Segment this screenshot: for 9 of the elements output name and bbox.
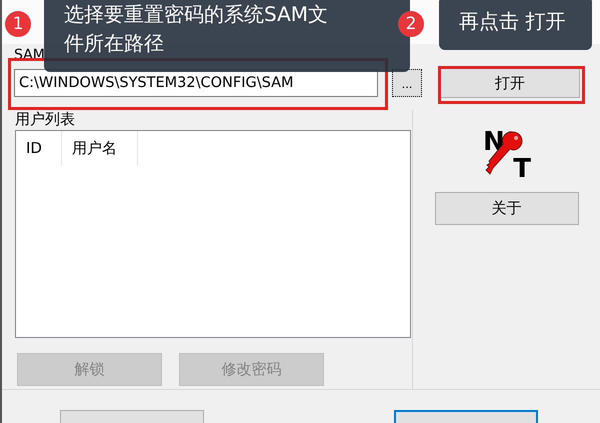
- open-button[interactable]: 打开: [440, 68, 580, 98]
- user-list[interactable]: ID 用户名: [15, 130, 411, 338]
- column-header[interactable]: 用户名: [62, 131, 138, 165]
- path-field[interactable]: C:\WINDOWS\SYSTEM32\CONFIG\SAM: [14, 69, 378, 97]
- browse-button[interactable]: ...: [392, 69, 422, 97]
- group-title: 用户列表: [15, 109, 76, 130]
- about-button[interactable]: 关于: [434, 192, 578, 225]
- annotation-tooltip: 再点击 打开: [439, 0, 592, 50]
- column-header[interactable]: ID: [16, 131, 62, 165]
